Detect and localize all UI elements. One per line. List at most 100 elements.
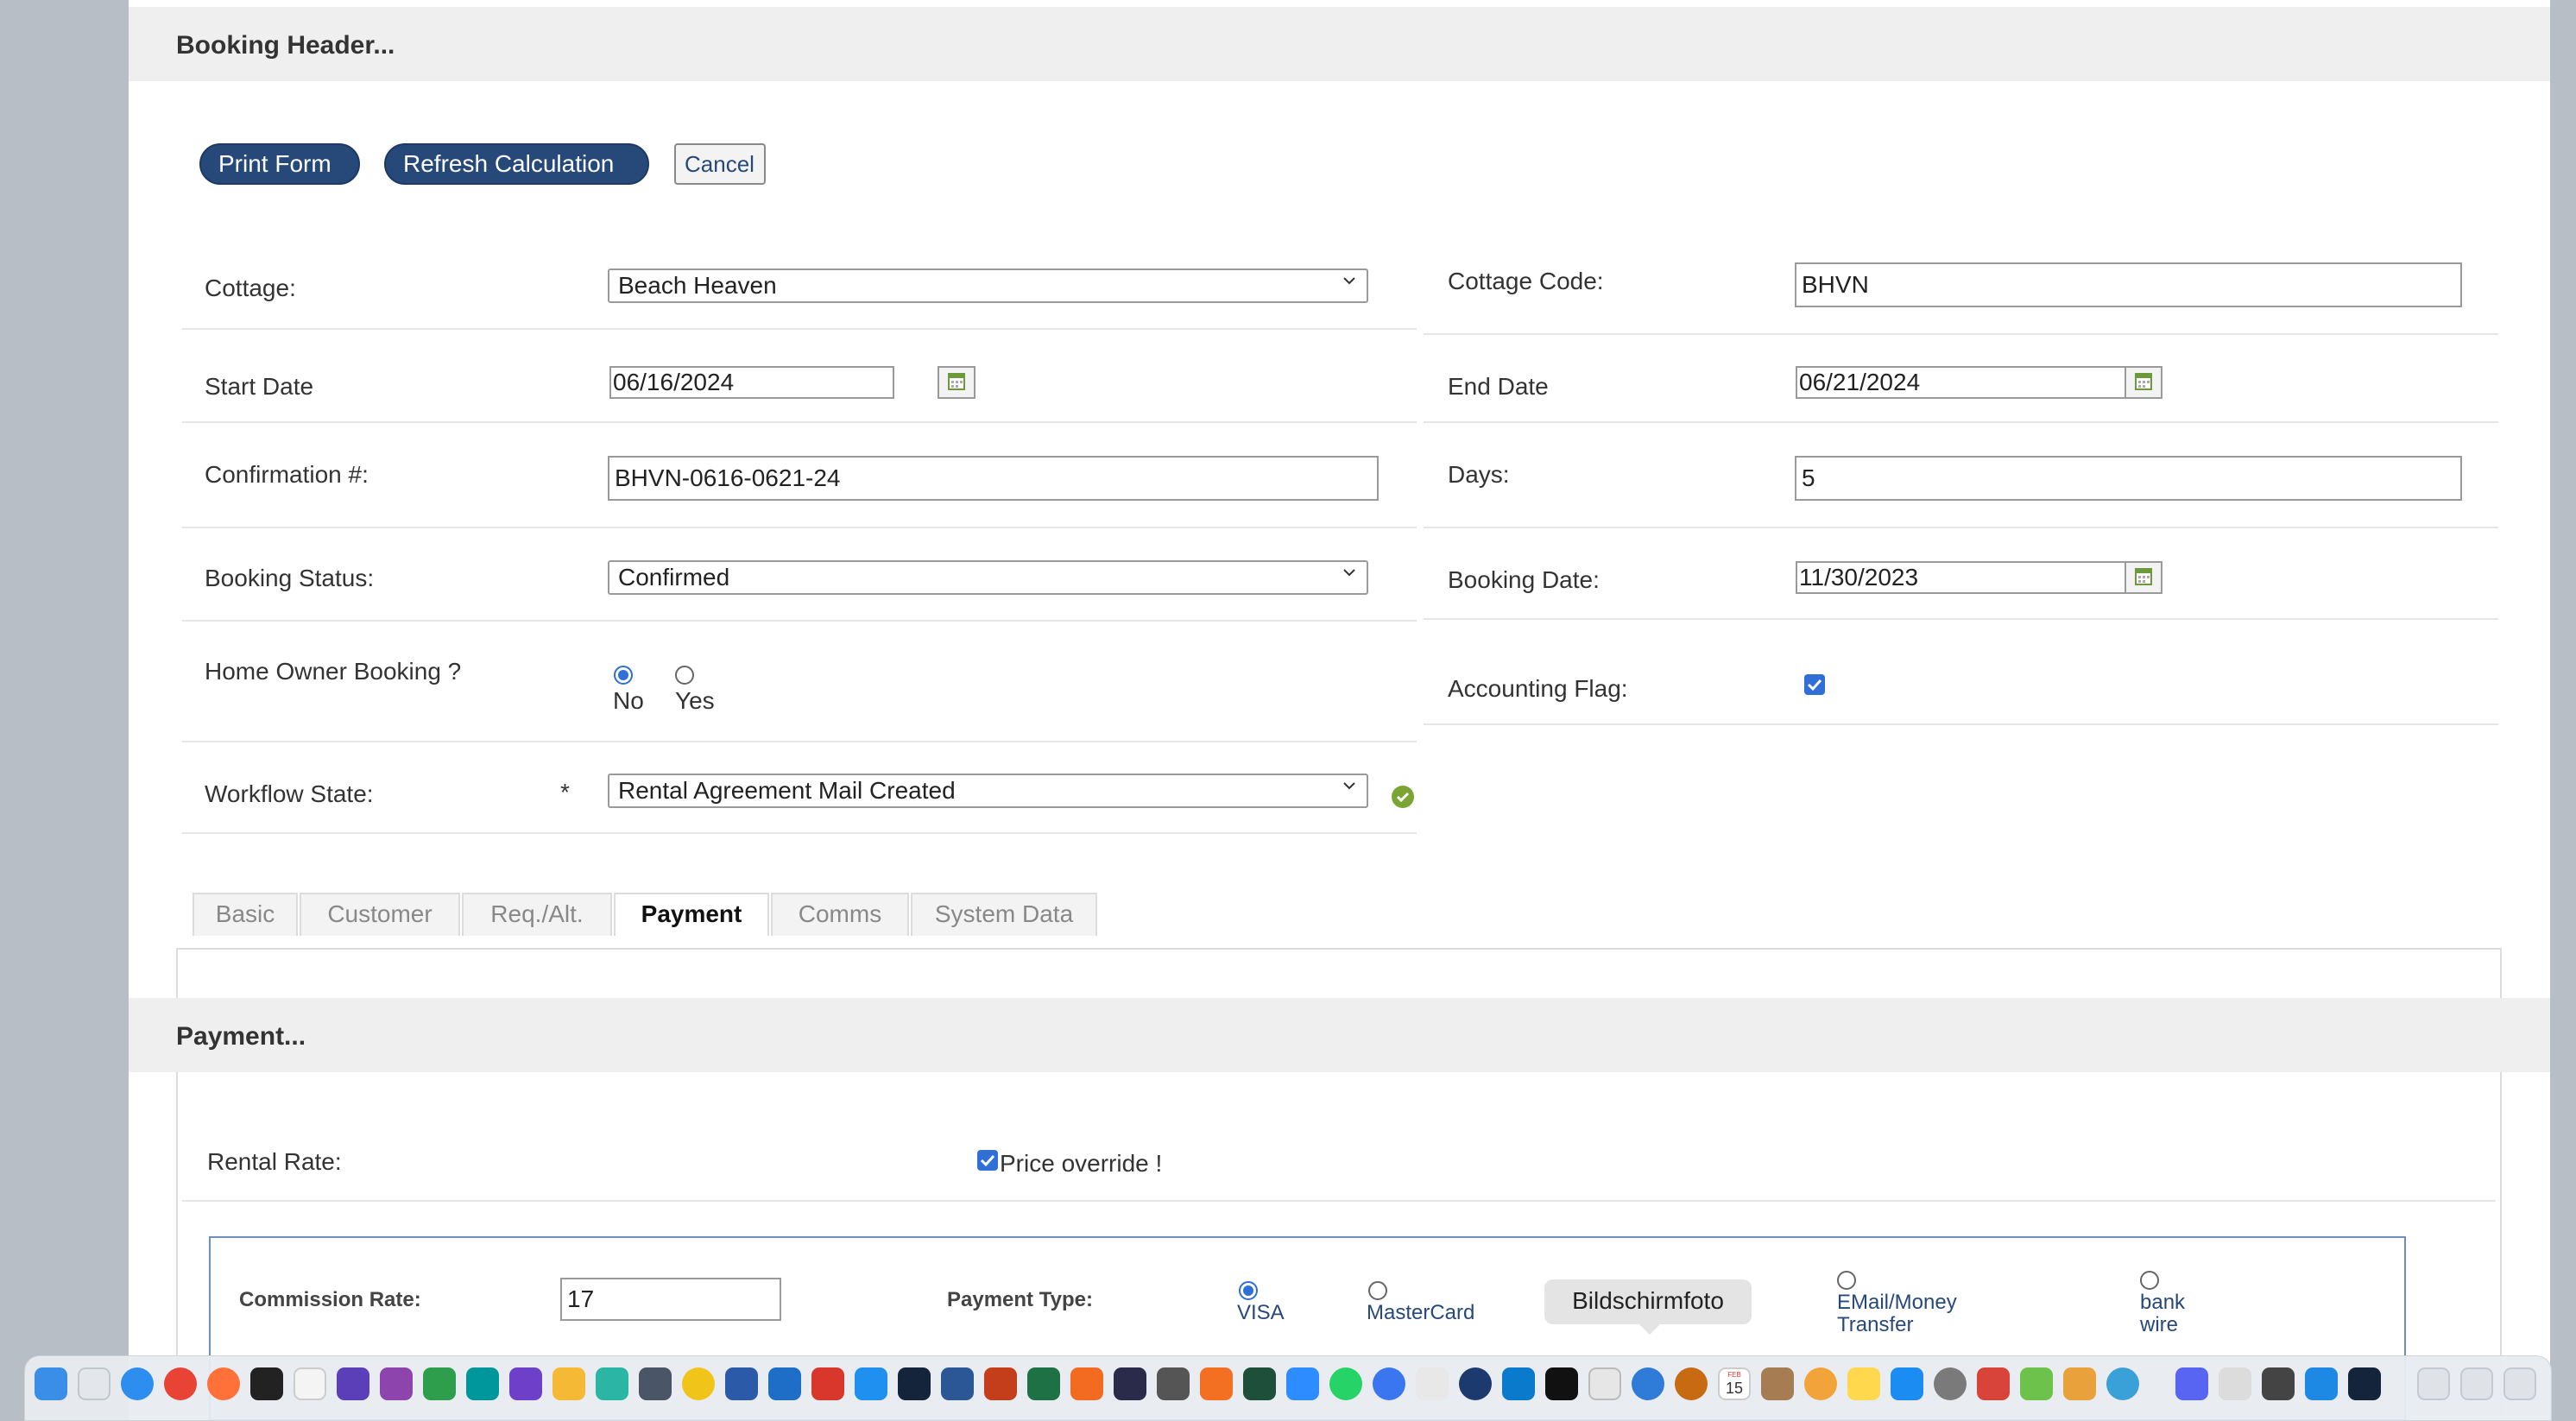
row-divider — [182, 527, 1417, 528]
start-date-label: Start Date — [205, 373, 314, 400]
tab-system-data[interactable]: System Data — [911, 893, 1097, 936]
home-owner-no-label: No — [613, 687, 644, 714]
start-date-input[interactable]: 06/16/2024 — [609, 366, 894, 399]
arduino-icon[interactable] — [466, 1367, 499, 1400]
slack-icon[interactable] — [1416, 1367, 1449, 1400]
whatsapp-icon[interactable] — [1329, 1367, 1362, 1400]
vscode-icon[interactable] — [1502, 1367, 1535, 1400]
notes-icon[interactable] — [1847, 1367, 1880, 1400]
row-divider — [182, 1200, 2496, 1202]
spark-icon[interactable] — [552, 1367, 585, 1400]
affinity-designer-icon[interactable] — [380, 1367, 413, 1400]
tab-payment[interactable]: Payment — [614, 893, 769, 936]
confirmation-input[interactable]: BHVN-0616-0621-24 — [608, 456, 1379, 501]
sublime-icon[interactable] — [2063, 1367, 2096, 1400]
excel-icon[interactable] — [1027, 1367, 1060, 1400]
pages-icon[interactable] — [2020, 1367, 2053, 1400]
end-date-input[interactable]: 06/21/2024 — [1796, 366, 2139, 399]
calendar-app-month: FEB — [1727, 1371, 1741, 1379]
chevron-down-icon — [1343, 277, 1355, 285]
end-date-calendar-button[interactable] — [2125, 366, 2162, 399]
days-input[interactable]: 5 — [1795, 456, 2462, 501]
discord-icon[interactable] — [2175, 1367, 2208, 1400]
webstorm-alt-icon[interactable] — [2348, 1367, 2381, 1400]
cancel-button[interactable]: Cancel — [674, 143, 766, 185]
webstorm-icon[interactable] — [898, 1367, 931, 1400]
documents-stack-icon[interactable] — [2460, 1367, 2493, 1400]
screenshot-icon[interactable] — [1588, 1367, 1621, 1400]
zoom-icon[interactable] — [1286, 1367, 1319, 1400]
typora-icon[interactable] — [811, 1367, 844, 1400]
calculator-icon[interactable] — [1157, 1367, 1190, 1400]
payment-type-email-radio[interactable] — [1837, 1271, 1856, 1290]
start-date-calendar-button[interactable] — [938, 366, 975, 399]
commission-rate-input[interactable]: 17 — [560, 1278, 781, 1321]
brave-icon[interactable] — [1675, 1367, 1708, 1400]
workflow-state-select[interactable]: Rental Agreement Mail Created — [608, 774, 1368, 808]
time-tracker-icon[interactable] — [1459, 1367, 1492, 1400]
payment-type-mastercard-radio[interactable] — [1368, 1281, 1387, 1300]
payment-header-bar: Payment... — [129, 998, 2550, 1072]
home-owner-yes-radio[interactable] — [675, 666, 694, 685]
trash-icon[interactable] — [2503, 1367, 2536, 1400]
cottage-code-input[interactable]: BHVN — [1795, 262, 2462, 307]
tab-comms[interactable]: Comms — [771, 893, 909, 936]
booking-status-select[interactable]: Confirmed — [608, 560, 1368, 595]
accounting-flag-checkbox[interactable] — [1804, 674, 1825, 695]
files-icon[interactable] — [855, 1367, 887, 1400]
tab-basic[interactable]: Basic — [193, 893, 298, 936]
cottage-code-label: Cottage Code: — [1448, 268, 1604, 294]
cottage-select[interactable]: Beach Heaven — [608, 268, 1368, 303]
screen-recorder-icon[interactable] — [1114, 1367, 1146, 1400]
camtasia-icon[interactable] — [423, 1367, 456, 1400]
nextcloud-icon[interactable] — [1632, 1367, 1664, 1400]
row-divider — [1424, 618, 2498, 620]
home-owner-no-radio[interactable] — [614, 666, 633, 685]
launchpad-icon[interactable] — [78, 1367, 110, 1400]
tab-req-alt[interactable]: Req./Alt. — [462, 893, 612, 936]
system-settings-icon[interactable] — [1934, 1367, 1967, 1400]
textedit-icon[interactable] — [294, 1367, 326, 1400]
finder-icon[interactable] — [35, 1367, 67, 1400]
downloads-stack-icon[interactable] — [2417, 1367, 2450, 1400]
disk-utility-icon[interactable] — [2262, 1367, 2295, 1400]
cottage-select-value: Beach Heaven — [618, 272, 777, 299]
activity-monitor-icon[interactable] — [250, 1367, 283, 1400]
affinity-icon[interactable] — [1243, 1367, 1276, 1400]
payment-type-bankwire-radio[interactable] — [2140, 1271, 2159, 1290]
photos-icon[interactable] — [1804, 1367, 1837, 1400]
terminal-icon[interactable] — [1545, 1367, 1578, 1400]
github-desktop-icon[interactable] — [509, 1367, 542, 1400]
toolbox-icon[interactable] — [1977, 1367, 2010, 1400]
row-divider — [1424, 527, 2498, 528]
tab-customer[interactable]: Customer — [300, 893, 460, 936]
acrobat-icon[interactable] — [1070, 1367, 1103, 1400]
word-icon[interactable] — [941, 1367, 974, 1400]
safari-icon[interactable] — [121, 1367, 154, 1400]
signal-icon[interactable] — [1373, 1367, 1405, 1400]
booking-date-input[interactable]: 11/30/2023 — [1796, 561, 2139, 594]
mysql-workbench-icon[interactable] — [725, 1367, 758, 1400]
app-store-icon[interactable] — [1891, 1367, 1923, 1400]
acrobat-reader-icon[interactable] — [2219, 1367, 2251, 1400]
firefox-icon[interactable] — [207, 1367, 240, 1400]
booking-date-calendar-button[interactable] — [2125, 561, 2162, 594]
price-override-checkbox[interactable] — [977, 1150, 998, 1171]
chrome-icon[interactable] — [164, 1367, 197, 1400]
payment-type-mastercard-label: MasterCard — [1367, 1301, 1475, 1324]
calendar-app-icon[interactable]: FEB 15 — [1718, 1367, 1751, 1400]
refresh-calculation-button[interactable]: Refresh Calculation — [384, 143, 649, 185]
obsidian-icon[interactable] — [337, 1367, 369, 1400]
archive-icon[interactable] — [1761, 1367, 1794, 1400]
calendar-icon — [2135, 373, 2152, 390]
cyberduck-icon[interactable] — [682, 1367, 715, 1400]
windows-app-icon[interactable] — [2305, 1367, 2338, 1400]
calculator-grid-icon[interactable] — [639, 1367, 672, 1400]
payment-type-visa-radio[interactable] — [1239, 1281, 1258, 1300]
powerpoint-icon[interactable] — [984, 1367, 1017, 1400]
sketch-pen-icon[interactable] — [1200, 1367, 1233, 1400]
app-cloud-icon[interactable] — [596, 1367, 628, 1400]
print-form-button[interactable]: Print Form — [199, 143, 360, 185]
dev-tool-icon[interactable] — [768, 1367, 801, 1400]
network-icon[interactable] — [2106, 1367, 2139, 1400]
